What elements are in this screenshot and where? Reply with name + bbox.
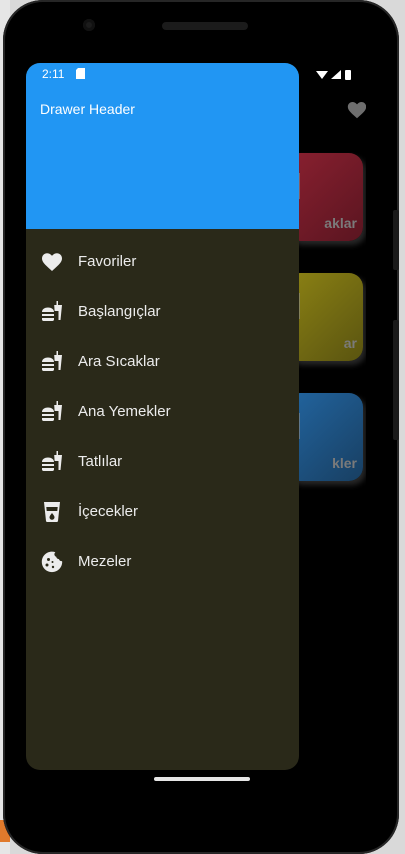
fastfood-icon [42, 401, 62, 421]
cookie-icon [41, 551, 63, 573]
home-indicator[interactable] [154, 777, 250, 781]
menu-item-label: Favoriler [78, 253, 137, 270]
fastfood-icon [42, 301, 62, 321]
earpiece-speaker [162, 22, 248, 30]
battery-icon [345, 70, 351, 80]
fastfood-icon [42, 451, 62, 471]
menu-item-label: Tatlılar [78, 453, 123, 470]
menu-item-label: Başlangıçlar [78, 303, 161, 320]
power-button [393, 320, 399, 440]
screen: aklar ar kler 2:11 Drawer Header Favoril… [26, 63, 366, 770]
status-icons [316, 70, 351, 80]
card-label: ar [343, 335, 357, 351]
menu-item-label: Mezeler [78, 553, 132, 570]
status-time: 2:11 [42, 67, 65, 81]
menu-item-icecekler[interactable]: İçecekler [26, 487, 299, 537]
phone-frame: aklar ar kler 2:11 Drawer Header Favoril… [3, 0, 399, 854]
drawer-header-title: Drawer Header [40, 101, 135, 117]
menu-item-label: Ana Yemekler [78, 403, 171, 420]
menu-item-ana-yemekler[interactable]: Ana Yemekler [26, 387, 299, 437]
signal-icon [331, 70, 341, 79]
menu-item-mezeler[interactable]: Mezeler [26, 537, 299, 587]
drawer-header: 2:11 Drawer Header [26, 63, 299, 229]
card-label: kler [332, 455, 357, 471]
sd-card-icon [76, 68, 85, 79]
menu-item-ara-sicaklar[interactable]: Ara Sıcaklar [26, 337, 299, 387]
menu-item-baslangiclar[interactable]: Başlangıçlar [26, 287, 299, 337]
heart-icon [42, 253, 62, 271]
menu-item-label: İçecekler [78, 503, 139, 520]
menu-item-favoriler[interactable]: Favoriler [26, 237, 299, 287]
menu-item-label: Ara Sıcaklar [78, 353, 160, 370]
drink-icon [44, 502, 60, 522]
menu-item-tatlilar[interactable]: Tatlılar [26, 437, 299, 487]
wifi-icon [316, 71, 328, 79]
fastfood-icon [42, 351, 62, 371]
card-label: aklar [324, 215, 357, 231]
front-camera [83, 19, 95, 31]
navigation-drawer: 2:11 Drawer Header Favoriler Başlangıçla… [26, 63, 299, 770]
favorite-heart-icon[interactable] [346, 99, 366, 121]
volume-button [393, 210, 399, 270]
